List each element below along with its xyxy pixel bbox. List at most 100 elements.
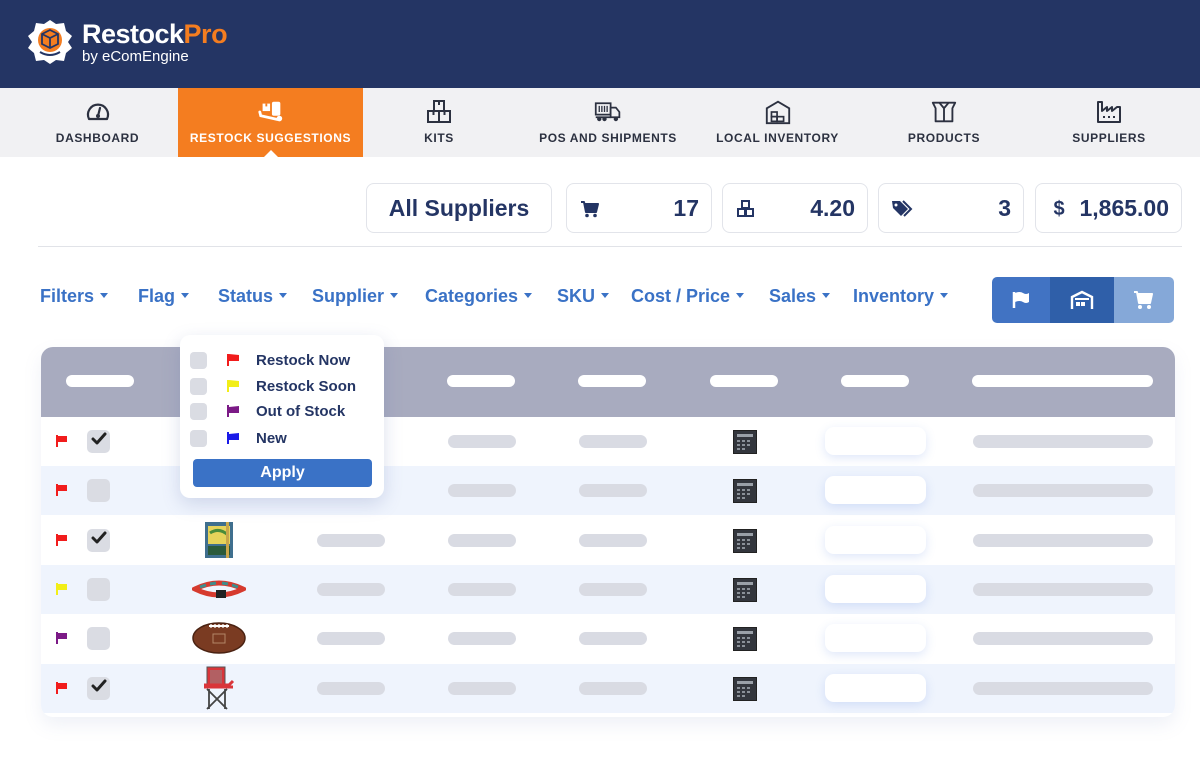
product-thumbnail-dog-collar[interactable] (191, 568, 247, 610)
filter-status[interactable]: Status (218, 286, 288, 307)
checkmark-icon (91, 432, 107, 451)
cell-placeholder (317, 632, 385, 646)
nav-label: DASHBOARD (55, 131, 140, 145)
cell-placeholder (579, 681, 647, 695)
row-checkbox[interactable] (87, 676, 110, 700)
calculator-icon[interactable] (733, 676, 757, 701)
view-flag-button[interactable] (992, 277, 1050, 323)
nav-item-restock-suggestions[interactable]: RESTOCK SUGGESTIONS (178, 88, 363, 157)
table-row[interactable] (41, 515, 1175, 565)
calculator-icon[interactable] (733, 577, 757, 602)
view-cart-button[interactable] (1114, 277, 1174, 323)
nav-label: POS AND SHIPMENTS (539, 131, 677, 145)
flag-icon (56, 484, 67, 497)
flag-icon (227, 432, 239, 444)
cell-placeholder (448, 435, 516, 448)
status-option-label: Restock Now (256, 351, 351, 369)
status-option-new[interactable]: New (190, 428, 287, 448)
status-option-restock-soon[interactable]: Restock Soon (190, 376, 356, 396)
cell-placeholder (579, 632, 647, 646)
nav-label: KITS (424, 131, 454, 145)
nav-item-kits[interactable]: KITS (410, 88, 468, 157)
filter-label: Cost / Price (631, 286, 731, 306)
view-warehouse-button[interactable] (1050, 277, 1114, 323)
nav-label: RESTOCK SUGGESTIONS (189, 131, 352, 145)
warehouse-icon (764, 98, 792, 126)
filter-inventory[interactable]: Inventory (853, 286, 949, 307)
apply-button[interactable]: Apply (193, 459, 372, 487)
calculator-icon[interactable] (733, 528, 757, 553)
flag-icon (227, 380, 239, 392)
caret-down-icon (524, 292, 533, 298)
row-checkbox[interactable] (87, 577, 110, 601)
filter-supplier[interactable]: Supplier (312, 286, 399, 307)
filter-filters[interactable]: Filters (40, 286, 109, 307)
status-option-restock-now[interactable]: Restock Now (190, 350, 350, 370)
status-checkbox[interactable] (190, 402, 207, 420)
filter-sku[interactable]: SKU (557, 286, 610, 307)
calculator-icon[interactable] (733, 430, 757, 454)
quantity-input[interactable] (825, 525, 926, 554)
product-thumbnail-football[interactable] (191, 617, 247, 659)
row-checkbox[interactable] (87, 430, 110, 453)
cell-placeholder (317, 681, 385, 695)
quantity-input[interactable] (825, 624, 926, 653)
table-row[interactable] (41, 663, 1175, 713)
nav-label: PRODUCTS (907, 131, 981, 145)
filter-label: SKU (557, 286, 596, 306)
status-checkbox[interactable] (190, 429, 207, 447)
table-row[interactable] (41, 564, 1175, 614)
units-ratio-value: 4.20 (810, 194, 855, 221)
cell-placeholder (579, 484, 647, 498)
nav-item-dashboard[interactable]: DASHBOARD (40, 88, 155, 157)
caret-down-icon (279, 292, 288, 298)
filter-categories[interactable]: Categories (425, 286, 533, 307)
warehouse-icon (1070, 290, 1094, 309)
quantity-input[interactable] (825, 673, 926, 702)
caret-down-icon (390, 292, 399, 298)
cell-placeholder (448, 632, 516, 646)
top-bar: RestockPro by eComEngine (0, 0, 1200, 88)
caret-down-icon (736, 292, 745, 298)
table-row[interactable] (41, 614, 1175, 664)
stat-tags-count: 3 (878, 183, 1024, 233)
calculator-icon[interactable] (733, 479, 757, 504)
cell-placeholder (973, 632, 1153, 646)
status-option-out-of-stock[interactable]: Out of Stock (190, 401, 345, 421)
status-checkbox[interactable] (190, 377, 207, 395)
quantity-input[interactable] (825, 476, 926, 505)
cell-placeholder (973, 533, 1153, 547)
flag-icon (56, 632, 67, 645)
calculator-icon[interactable] (733, 627, 757, 652)
quantity-input[interactable] (825, 574, 926, 603)
brand-name: Restock (82, 18, 184, 49)
cell-placeholder (448, 582, 516, 596)
caret-down-icon (601, 292, 610, 298)
filter-label: Supplier (312, 286, 385, 306)
header-placeholder (710, 375, 778, 387)
status-checkbox[interactable] (190, 351, 207, 369)
row-checkbox[interactable] (87, 479, 110, 503)
nav-item-suppliers[interactable]: SUPPLIERS (1066, 88, 1152, 157)
logo-gear-icon (28, 20, 72, 64)
cell-placeholder (973, 582, 1153, 596)
row-checkbox[interactable] (87, 528, 110, 552)
nav-item-pos-and-shipments[interactable]: POS AND SHIPMENTS (530, 88, 686, 157)
product-thumbnail-camping-chair[interactable] (191, 666, 247, 710)
filter-label: Flag (138, 286, 176, 306)
supplier-selector[interactable]: All Suppliers (366, 183, 552, 233)
quantity-input[interactable] (825, 427, 926, 455)
cell-placeholder (973, 484, 1153, 498)
cell-placeholder (973, 435, 1153, 448)
nav-item-local-inventory[interactable]: LOCAL INVENTORY (710, 88, 845, 157)
nav-item-products[interactable]: PRODUCTS (900, 88, 988, 157)
filter-sales[interactable]: Sales (769, 286, 831, 307)
filter-flag[interactable]: Flag (138, 286, 190, 307)
row-checkbox[interactable] (87, 627, 110, 651)
status-option-label: Out of Stock (256, 402, 346, 420)
filter-label: Sales (769, 286, 817, 306)
product-thumbnail-book[interactable] (191, 519, 247, 561)
filter-cost-price[interactable]: Cost / Price (631, 286, 745, 307)
restockpro-logo[interactable]: RestockPro by eComEngine (26, 18, 228, 66)
flag-icon (1012, 292, 1029, 308)
